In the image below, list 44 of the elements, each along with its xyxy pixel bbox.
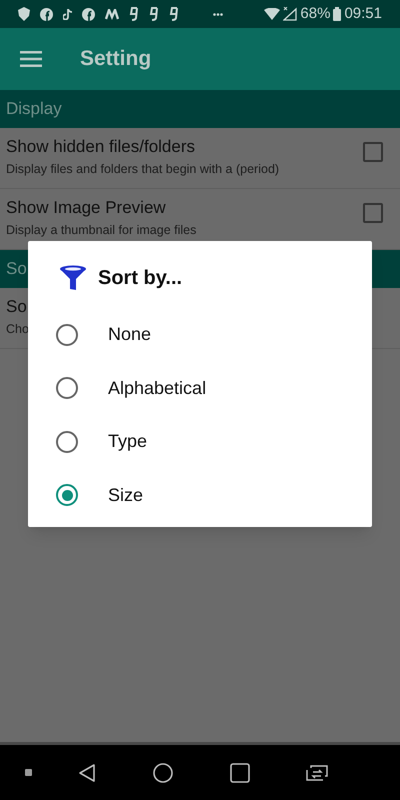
hook-icon: [149, 7, 159, 21]
switch-apps-icon[interactable]: [305, 764, 329, 782]
radio-button[interactable]: [56, 430, 78, 453]
sort-option[interactable]: Size: [28, 468, 372, 522]
setting-description: Display a thumbnail for image files: [6, 222, 196, 239]
dialog-title: Sort by...: [98, 266, 182, 291]
clock: 09:51: [344, 4, 382, 24]
setting-title: Show Image Preview: [6, 197, 166, 219]
radio-button[interactable]: [56, 484, 78, 506]
sort-option[interactable]: Alphabetical: [28, 362, 372, 415]
more-icon: [213, 12, 223, 16]
radio-button[interactable]: [56, 324, 78, 346]
recents-icon[interactable]: [230, 762, 250, 782]
battery-percent: 68%: [300, 4, 330, 24]
hook-icon: [169, 7, 179, 21]
section-header: Display: [6, 98, 62, 120]
zigzag-icon: [105, 8, 119, 20]
signal-icon: [283, 7, 298, 21]
option-label: None: [108, 323, 152, 346]
battery-icon: [333, 7, 342, 21]
setting-description: Display files and folders that begin with a (period): [6, 161, 280, 178]
checkbox[interactable]: [363, 142, 383, 162]
setting-title: So: [6, 296, 27, 318]
option-label: Size: [108, 484, 144, 507]
radio-button[interactable]: [56, 377, 78, 400]
menu-icon[interactable]: [20, 51, 42, 67]
screen-title: Setting: [80, 46, 152, 72]
home-icon[interactable]: [153, 762, 173, 782]
section-header: So: [6, 258, 27, 280]
option-label: Type: [108, 430, 148, 454]
checkbox[interactable]: [363, 203, 383, 223]
back-icon[interactable]: [77, 762, 97, 782]
setting-description: Cho: [6, 321, 29, 338]
shield-icon: [18, 7, 30, 21]
wifi-icon: [264, 8, 280, 20]
circle-f-icon: [40, 8, 53, 20]
setting-title: Show hidden files/folders: [6, 136, 196, 158]
sort-option[interactable]: None: [28, 308, 372, 362]
sort-option[interactable]: Type: [28, 415, 372, 468]
circle-f-icon: [82, 8, 95, 20]
option-label: Alphabetical: [108, 376, 206, 400]
hook-icon: [129, 7, 139, 21]
music-note-icon: [63, 8, 72, 20]
funnel-icon: [59, 265, 87, 291]
